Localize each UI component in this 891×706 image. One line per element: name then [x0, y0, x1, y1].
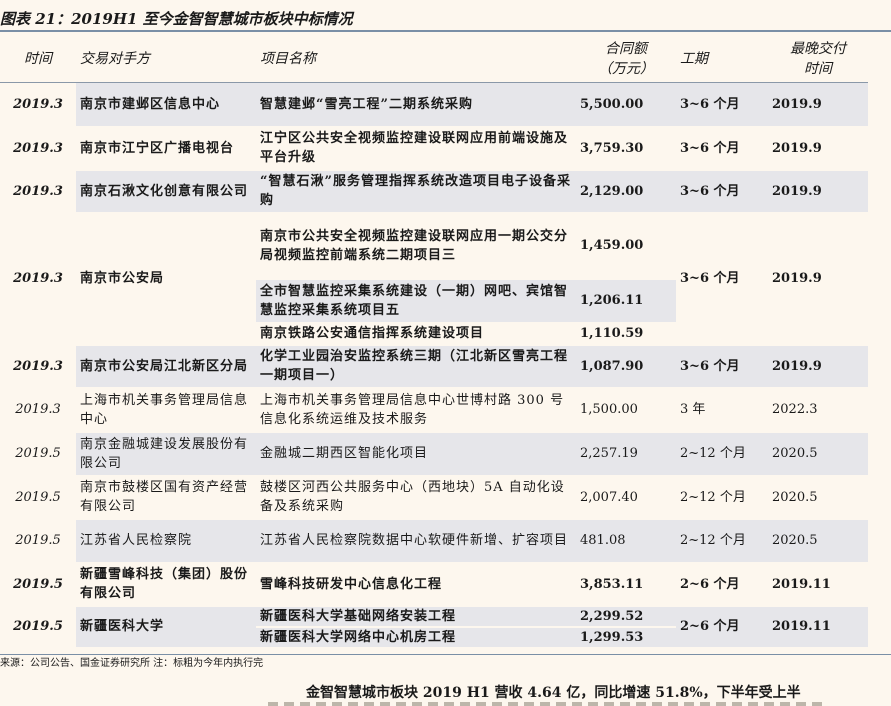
- table-row: 2019.3 上海市机关事务管理局信息中心 上海市机关事务管理局信息中心世博村路…: [0, 387, 868, 433]
- bid-table: 时间 交易对手方 项目名称 合同额 （万元） 工期 最晚交付 时间 2019.3 南…: [0, 36, 868, 649]
- body-paragraph-line: 金智智慧城市板块 2019 H1 营收 4.64 亿，同比增速 51.8%，下半…: [306, 685, 801, 701]
- table-row: 2019.5 新疆雪峰科技（集团）股份有限公司 雪峰科技研发中心信息化工程 3,…: [0, 562, 868, 607]
- table-row: 2019.5 南京市鼓楼区国有资产经营有限公司 鼓楼区河西公共服务中心（西地块）…: [0, 475, 868, 520]
- table-header-row: 时间 交易对手方 项目名称 合同额 （万元） 工期 最晚交付 时间: [0, 36, 868, 83]
- header-project: 项目名称: [256, 36, 576, 83]
- table-row: 2019.3 南京市建邺区信息中心 智慧建邺“雪亮工程”二期系统采购 5,500…: [0, 82, 868, 128]
- figure-title-bar: 图表 21：2019H1 至今金智智慧城市板块中标情况: [0, 6, 891, 32]
- header-delivery: 最晚交付 时间: [768, 36, 868, 83]
- cut-off-text-line: [268, 702, 828, 706]
- table-row: 2019.3 南京市公安局江北新区分局 化学工业园治安监控系统三期（江北新区雪亮…: [0, 344, 868, 389]
- table-row: 2019.3 南京市江宁区广播电视台 江宁区公共安全视频监控建设联网应用前端设施…: [0, 126, 868, 171]
- figure-title: 图表 21：2019H1 至今金智智慧城市板块中标情况: [0, 10, 353, 28]
- table-row: 2019.5 江苏省人民检察院 江苏省人民检察院数据中心软硬件新增、扩容项目 4…: [0, 518, 868, 564]
- table-row: 2019.5 南京金融城建设发展股份有限公司 金融城二期西区智能化项目 2,25…: [0, 431, 868, 477]
- header-amount: 合同额 （万元）: [576, 36, 676, 83]
- source-footnote: 来源：公司公告、国金证券研究所 注：标粗为今年内执行完: [0, 654, 891, 675]
- table-row: 2019.5 新疆医科大学 新疆医科大学基础网络安装工程 2,299.52 2~…: [0, 605, 868, 649]
- table-row: 2019.3 南京市公安局 南京市公共安全视频监控建设联网应用一期公交分局视频监…: [0, 212, 868, 346]
- header-period: 工期: [676, 36, 768, 83]
- header-time: 时间: [0, 36, 76, 83]
- table-row: 2019.3 南京石湫文化创意有限公司 “智慧石湫”服务管理指挥系统改造项目电子…: [0, 169, 868, 214]
- header-party: 交易对手方: [76, 36, 256, 83]
